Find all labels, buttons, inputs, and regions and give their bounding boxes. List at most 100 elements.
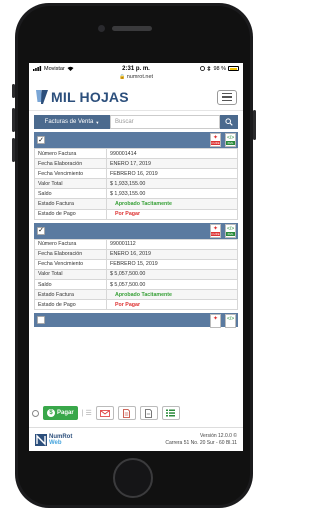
front-camera	[98, 25, 105, 32]
row-label: Estado de Pago	[34, 208, 107, 220]
volume-down-button	[12, 138, 15, 162]
dollar-icon: $	[47, 409, 55, 417]
invoice-card-header: ✦ </>	[34, 313, 238, 329]
row-label: Valor Total	[34, 268, 107, 281]
xml-download-icon[interactable]: </>	[225, 314, 236, 329]
document-type-dropdown[interactable]: Facturas de Venta ▼	[34, 115, 110, 129]
invoice-details-table: Número Factura 990001414 Fecha Elaboració…	[34, 147, 238, 220]
table-row: Estado Factura Aprobado Tacitamente	[34, 198, 238, 210]
payment-status: Por Pagar	[106, 208, 238, 220]
total-value: $ 5,057,500.00	[106, 268, 238, 281]
list-view-button[interactable]	[161, 406, 180, 420]
version-text: Versión 12.0.0 ©	[199, 432, 237, 439]
payment-status: Por Pagar	[106, 299, 238, 311]
bottom-toolbar: $ Pagar | ☰	[29, 403, 243, 423]
invoice-card-header: ✓ ✦ CUFE </> XML	[34, 132, 238, 148]
menu-toggle-button[interactable]	[217, 89, 237, 105]
status-time: 2:31 p. m.	[122, 65, 150, 72]
xml-download-icon[interactable]: </> XML	[225, 223, 236, 238]
issue-date: ENERO 17, 2019	[106, 158, 238, 170]
url-bar[interactable]: 🔒 numrot.net	[29, 74, 243, 82]
brand-logo[interactable]: MIL HOJAS	[35, 89, 129, 105]
balance: $ 1,933,155.00	[106, 188, 238, 200]
list-icon	[166, 409, 176, 417]
invoice-card-header: ✓ ✦ CUFE </> XML	[34, 222, 238, 239]
table-row: Estado Factura Aprobado Tacitamente	[34, 289, 238, 301]
pdf-download-icon[interactable]: ✦	[210, 314, 221, 329]
caret-down-icon: ▼	[95, 119, 100, 125]
table-row: Fecha Vencimiento FEBRERO 16, 2019	[34, 168, 238, 180]
pdf-download-icon[interactable]: ✦ CUFE	[210, 133, 221, 147]
file-icon	[145, 408, 153, 418]
search-button[interactable]	[220, 115, 238, 129]
hamburger-line	[222, 93, 232, 95]
balance: $ 5,057,500.00	[106, 279, 238, 291]
pay-button[interactable]: $ Pagar	[43, 406, 78, 420]
hamburger-line	[222, 99, 232, 101]
envelope-icon	[99, 409, 110, 417]
numrot-logo-icon	[35, 433, 47, 446]
table-row: Saldo $ 1,933,155.00	[34, 188, 238, 200]
mute-switch	[12, 84, 15, 98]
due-date: FEBRERO 15, 2019	[106, 258, 238, 270]
pdf-download-icon[interactable]: ✦ CUFE	[210, 223, 221, 238]
invoice-card: ✓ ✦ CUFE </> XML Número Factura 990001112 F…	[34, 222, 238, 311]
row-label: Fecha Vencimiento	[34, 258, 107, 270]
invoice-checkbox[interactable]: ✓	[37, 136, 45, 144]
search-icon	[225, 118, 233, 126]
volume-up-button	[12, 108, 15, 132]
table-row: Estado de Pago Por Pagar	[34, 208, 238, 220]
table-row: Valor Total $ 1,933,155.00	[34, 178, 238, 190]
version-info: Versión 12.0.0 © Carrera 51 No. 20 Sur -…	[165, 433, 237, 447]
select-all-radio[interactable]	[32, 409, 39, 417]
dropdown-label: Facturas de Venta	[44, 119, 94, 125]
document-button[interactable]	[117, 406, 136, 420]
divider: |	[81, 409, 84, 417]
address-text: Carrera 51 No. 20 Sur - 60 Bl.11	[165, 439, 237, 446]
invoice-details-table: Número Factura 990001112 Fecha Elaboració…	[34, 238, 238, 311]
book-logo-icon	[36, 90, 48, 104]
table-row: Fecha Elaboración ENERO 17, 2019	[34, 158, 238, 170]
url-text: numrot.net	[126, 74, 154, 80]
earpiece-speaker	[112, 26, 152, 31]
row-label: Estado Factura	[34, 198, 107, 210]
document-icon	[123, 408, 131, 418]
xml-download-icon[interactable]: </> XML	[225, 133, 236, 147]
table-row: Saldo $ 5,057,500.00	[34, 279, 238, 291]
email-button[interactable]	[95, 406, 114, 420]
home-button[interactable]	[113, 458, 153, 498]
row-label: Estado de Pago	[34, 299, 107, 311]
table-row: Número Factura 990001414	[34, 147, 238, 160]
row-label: Fecha Elaboración	[34, 248, 107, 260]
table-row: Fecha Elaboración ENERO 16, 2019	[34, 248, 238, 260]
navbar: MIL HOJAS	[29, 84, 243, 111]
numrot-logo-top: NumRot	[49, 433, 73, 440]
invoice-status: Aprobado Tacitamente	[106, 198, 238, 210]
row-label: Fecha Vencimiento	[34, 168, 107, 180]
status-bar: Movistar 2:31 p. m. 98 %	[29, 63, 243, 74]
export-button[interactable]	[139, 406, 158, 420]
row-label: Número Factura	[34, 147, 107, 160]
row-label: Número Factura	[34, 238, 107, 250]
table-row: Estado de Pago Por Pagar	[34, 299, 238, 311]
total-value: $ 1,933,155.00	[106, 178, 238, 190]
disabled-action-icon: ☰	[85, 410, 92, 417]
pay-button-label: Pagar	[57, 410, 74, 416]
row-label: Saldo	[34, 188, 107, 200]
row-label: Estado Factura	[34, 289, 107, 301]
row-label: Saldo	[34, 279, 107, 291]
table-row: Valor Total $ 5,057,500.00	[34, 268, 238, 281]
search-input[interactable]: Buscar	[110, 115, 220, 129]
invoice-status: Aprobado Tacitamente	[106, 289, 238, 301]
issue-date: ENERO 16, 2019	[106, 248, 238, 260]
invoice-checkbox[interactable]: ✓	[37, 226, 45, 235]
due-date: FEBRERO 16, 2019	[106, 168, 238, 180]
logo-text: MIL HOJAS	[51, 89, 129, 105]
numrot-logo: NumRot Web	[35, 433, 73, 446]
row-label: Fecha Elaboración	[34, 158, 107, 170]
invoice-number: 990001414	[106, 147, 238, 160]
table-row: Número Factura 990001112	[34, 238, 238, 250]
invoice-checkbox[interactable]	[37, 316, 45, 325]
page-footer: NumRot Web Versión 12.0.0 © Carrera 51 N…	[29, 427, 243, 451]
power-button	[253, 110, 256, 140]
